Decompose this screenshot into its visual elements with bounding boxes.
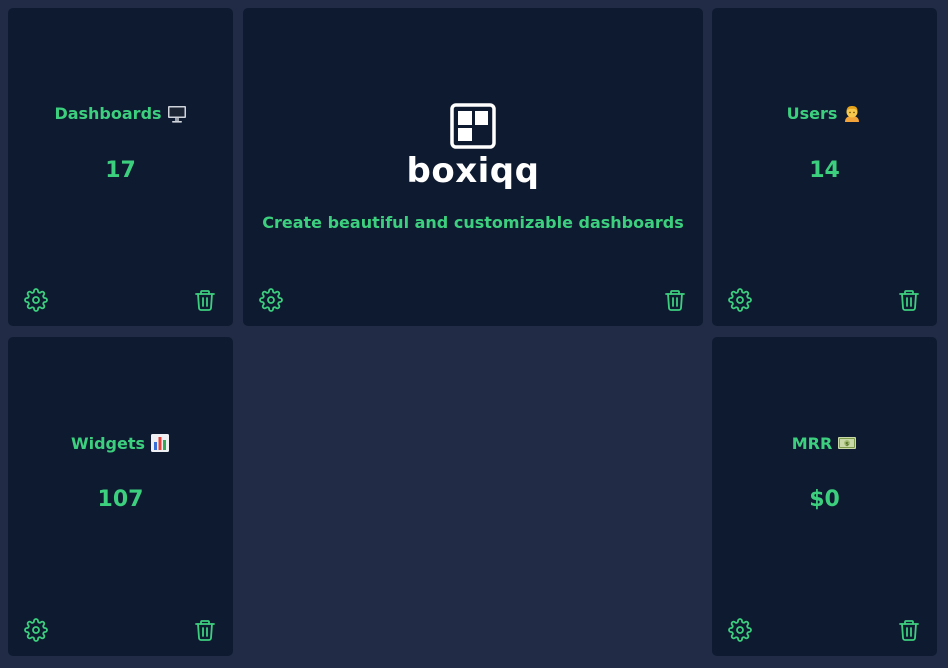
gear-icon[interactable] [728,288,752,312]
dashboard-grid: Dashboards 17 boxiqq Create beautiful an… [0,0,948,668]
brand-tagline: Create beautiful and customizable dashbo… [262,213,684,232]
card-title-label: Dashboards [54,104,162,123]
desktop-computer-icon [167,104,187,124]
card-content: Widgets 107 [8,337,233,608]
card-mrr[interactable]: MRR $ $0 [712,337,937,656]
card-users[interactable]: Users 14 [712,8,937,326]
gear-icon[interactable] [24,288,48,312]
card-title-label: Widgets [70,433,146,453]
card-widgets[interactable]: Widgets 107 [8,337,233,656]
svg-text:$: $ [845,441,849,447]
brand-name: boxiqq [406,151,540,191]
card-title: Widgets [71,433,170,453]
card-value: $0 [809,487,840,512]
card-value: 107 [97,487,144,512]
gear-icon[interactable] [728,618,752,642]
gear-icon[interactable] [24,618,48,642]
card-content: MRR $ $0 [712,337,937,608]
gear-icon[interactable] [259,288,283,312]
trash-icon[interactable] [193,288,217,312]
bar-chart-icon [150,433,170,453]
card-title: MRR $ [792,433,858,453]
card-value: 14 [809,157,840,183]
trash-icon[interactable] [897,618,921,642]
dollar-banknote-icon: $ [837,433,857,453]
card-content: Users 14 [712,8,937,278]
card-title: Users [787,104,863,124]
trash-icon[interactable] [897,288,921,312]
card-title-label: Users [786,104,838,123]
card-title: Dashboards [54,104,186,124]
card-dashboards[interactable]: Dashboards 17 [8,8,233,326]
card-title-label: MRR [791,433,833,453]
card-value: 17 [105,157,136,183]
card-content: Dashboards 17 [8,8,233,278]
trash-icon[interactable] [193,618,217,642]
boxiqq-logo-icon [450,103,496,149]
person-icon [842,104,862,124]
brand-content: boxiqq Create beautiful and customizable… [243,8,703,278]
trash-icon[interactable] [663,288,687,312]
card-brand[interactable]: boxiqq Create beautiful and customizable… [243,8,703,326]
